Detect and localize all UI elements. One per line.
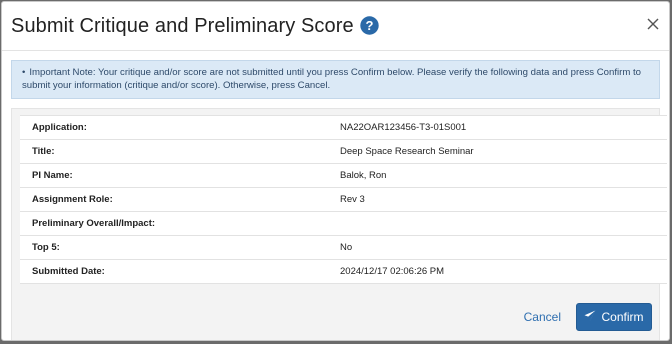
detail-row-preliminary-impact: Preliminary Overall/Impact: <box>20 212 667 236</box>
detail-label: Title: <box>32 146 55 157</box>
detail-label: Application: <box>32 122 87 133</box>
detail-row-application: Application: NA22OAR123456-T3-01S001 <box>20 116 667 140</box>
dialog-header: Submit Critique and Preliminary Score ? <box>2 2 669 51</box>
question-circle-icon[interactable]: ? <box>360 15 379 35</box>
detail-value: Rev 3 <box>340 194 365 205</box>
confirm-button[interactable]: Confirm <box>576 303 652 331</box>
detail-row-top-5: Top 5: No <box>20 236 667 260</box>
bullet-icon: • <box>22 67 26 78</box>
detail-value: NA22OAR123456-T3-01S001 <box>340 122 467 133</box>
submit-critique-dialog: Submit Critique and Preliminary Score ? … <box>1 1 670 341</box>
detail-label: Submitted Date: <box>32 266 105 277</box>
paper-plane-icon <box>584 310 596 325</box>
dialog-title: Submit Critique and Preliminary Score <box>11 14 354 37</box>
alert-text: Important Note: Your critique and/or sco… <box>22 67 642 91</box>
detail-value: No <box>340 242 353 253</box>
confirm-label: Confirm <box>601 310 644 324</box>
dialog-footer: Cancel Confirm <box>2 294 669 340</box>
detail-row-assignment-role: Assignment Role: Rev 3 <box>20 188 667 212</box>
detail-label: Assignment Role: <box>32 194 113 205</box>
close-icon[interactable] <box>645 16 661 32</box>
detail-label: Preliminary Overall/Impact: <box>32 218 156 229</box>
detail-row-submitted-date: Submitted Date: 2024/12/17 02:06:26 PM <box>20 260 667 284</box>
detail-label: PI Name: <box>32 170 73 181</box>
detail-value: 2024/12/17 02:06:26 PM <box>340 266 445 277</box>
detail-value: Deep Space Research Seminar <box>340 146 474 157</box>
svg-text:?: ? <box>365 18 373 33</box>
detail-row-pi-name: PI Name: Balok, Ron <box>20 164 667 188</box>
detail-row-title: Title: Deep Space Research Seminar <box>20 140 667 164</box>
cancel-button[interactable]: Cancel <box>524 310 561 324</box>
important-note-alert: • Important Note: Your critique and/or sc… <box>11 60 660 99</box>
detail-label: Top 5: <box>32 242 60 253</box>
details-table: Application: NA22OAR123456-T3-01S001 Tit… <box>20 115 667 284</box>
detail-value: Balok, Ron <box>340 170 387 181</box>
